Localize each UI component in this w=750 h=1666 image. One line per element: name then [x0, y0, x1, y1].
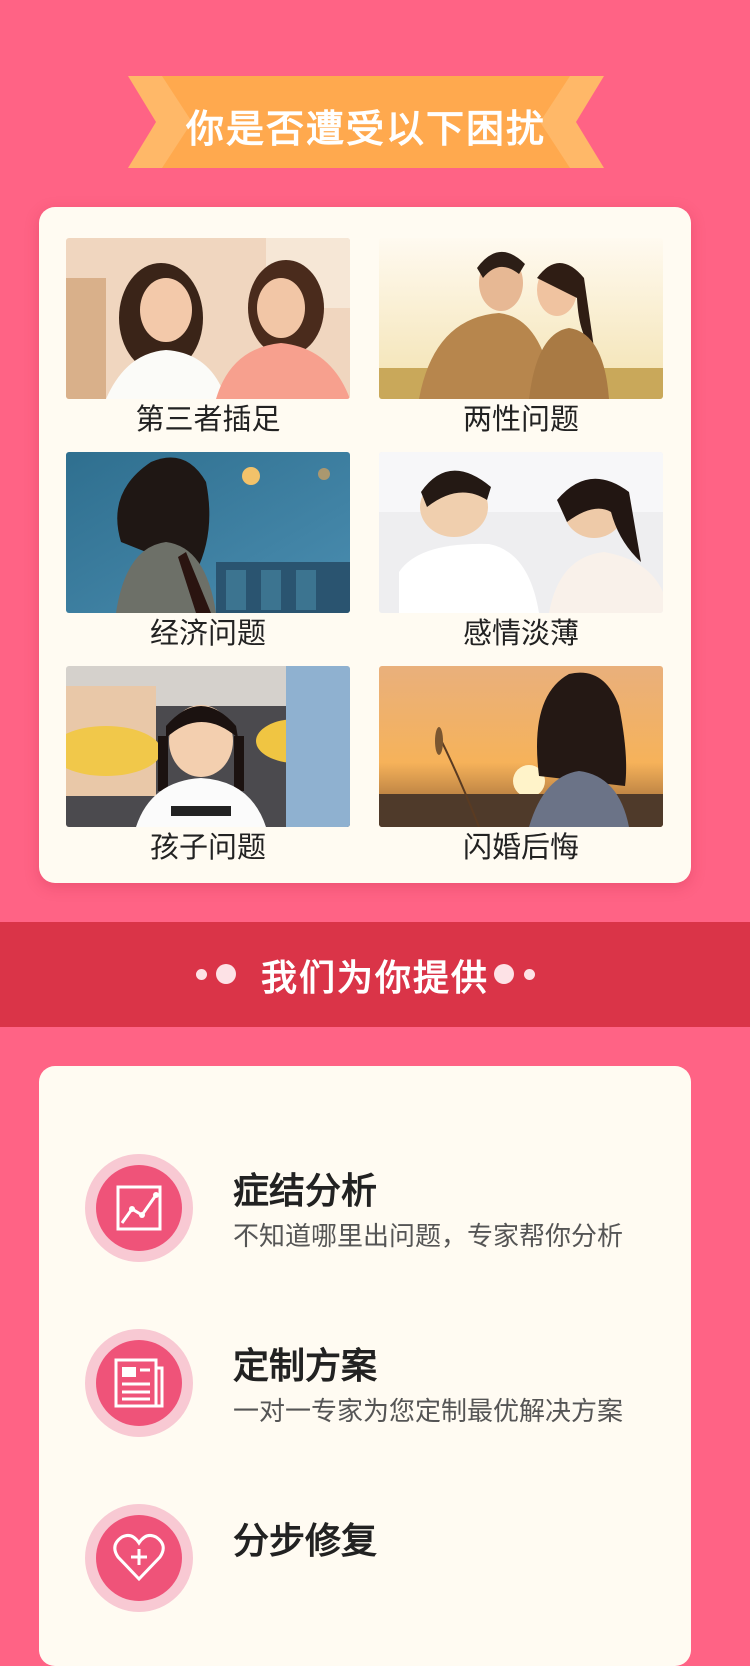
problem-label: 两性问题	[462, 404, 579, 436]
section-banner: 你是否遭受以下困扰	[128, 76, 604, 168]
feature-diagnosis[interactable]: 症结分析 不知道哪里出问题，专家帮你分析	[85, 1154, 685, 1264]
banner-title: 你是否遭受以下困扰	[185, 109, 546, 151]
problem-tile-affection[interactable]: 感情淡薄	[379, 452, 663, 653]
feature-desc: 一对一专家为您定制最优解决方案	[233, 1396, 624, 1426]
feature-icon-ring	[85, 1504, 193, 1612]
line-chart-icon	[96, 1165, 182, 1251]
problem-tile-economic[interactable]: 经济问题	[66, 452, 350, 653]
girl-with-tablet-photo	[66, 666, 350, 827]
problem-label: 第三者插足	[135, 404, 281, 436]
document-plan-icon	[96, 1340, 182, 1426]
feature-title: 分步修复	[233, 1520, 378, 1561]
problem-label: 经济问题	[149, 618, 266, 650]
feature-step-repair[interactable]: 分步修复	[85, 1504, 685, 1614]
problems-card: 第三者插足 两性问题 经济问题 感情淡薄 孩子问题 闪婚后悔	[39, 207, 691, 883]
woman-sunset-photo	[379, 666, 663, 827]
feature-title: 症结分析	[233, 1170, 378, 1211]
offer-title: 我们为你提供	[260, 957, 489, 998]
problem-tile-sexual[interactable]: 两性问题	[379, 238, 663, 439]
feature-icon-ring	[85, 1154, 193, 1262]
feature-title: 定制方案	[233, 1345, 378, 1386]
feature-custom-plan[interactable]: 定制方案 一对一专家为您定制最优解决方案	[85, 1329, 685, 1439]
problem-label: 感情淡薄	[462, 618, 579, 650]
problem-label: 孩子问题	[149, 832, 266, 864]
offerings-card: 症结分析 不知道哪里出问题，专家帮你分析 定制方案 一对一专家为您定制最优解决方…	[39, 1066, 691, 1666]
problem-tile-children[interactable]: 孩子问题	[66, 666, 350, 867]
woman-dusk-city-photo	[66, 452, 350, 613]
problem-tile-hasty-marriage[interactable]: 闪婚后悔	[379, 666, 663, 867]
feature-desc: 不知道哪里出问题，专家帮你分析	[233, 1221, 624, 1251]
problem-tile-third-party[interactable]: 第三者插足	[66, 238, 350, 439]
couple-embrace-photo	[379, 238, 663, 399]
feature-icon-ring	[85, 1329, 193, 1437]
heart-plus-icon	[96, 1515, 182, 1601]
couple-sleeping-photo	[379, 452, 663, 613]
offer-band: 我们为你提供	[0, 922, 750, 1027]
two-women-talking-photo	[66, 238, 350, 399]
problem-label: 闪婚后悔	[462, 832, 579, 864]
